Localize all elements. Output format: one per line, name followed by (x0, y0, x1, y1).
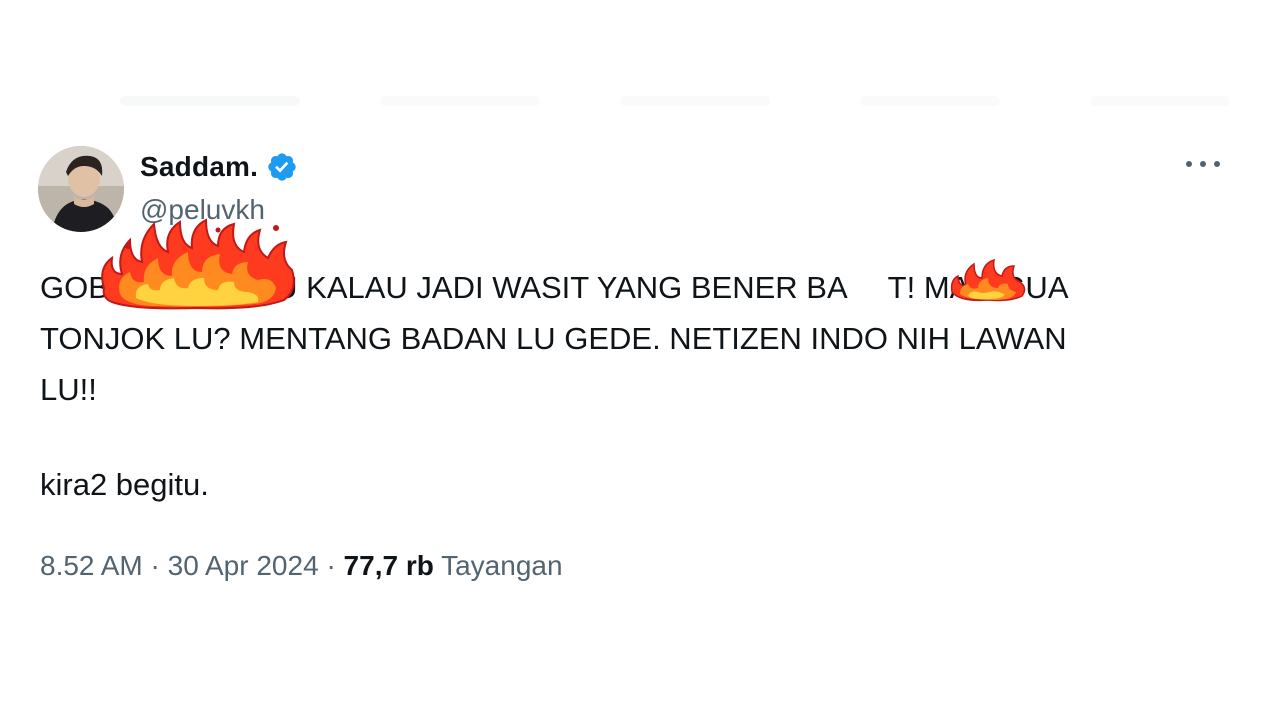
tweet-meta: 8.52 AM · 30 Apr 2024 · 77,7 rb Tayangan (40, 550, 563, 582)
tweet-time[interactable]: 8.52 AM (40, 550, 143, 581)
tweet-date[interactable]: 30 Apr 2024 (168, 550, 319, 581)
fire-censor-icon (101, 218, 295, 310)
top-strip (0, 0, 1280, 118)
display-name[interactable]: Saddam. (140, 151, 258, 183)
verified-badge-icon[interactable] (266, 151, 298, 183)
meta-separator: · (326, 550, 336, 581)
faded-tab-strip (1090, 96, 1230, 106)
tweet-text-line: TONJOK LU? MENTANG BADAN LU GEDE. NETIZE… (40, 321, 1067, 356)
dot (1186, 161, 1192, 167)
dot (1214, 161, 1220, 167)
author-block: Saddam. @peluvkh (140, 150, 298, 226)
views-label: Tayangan (441, 550, 563, 581)
meta-separator: · (150, 550, 160, 581)
faded-tab-strip (620, 96, 770, 106)
tweet-text-segment: U LU KALAU JADI WASIT YANG BENER BA (226, 270, 848, 305)
tweet-text-second-paragraph: kira2 begitu. (40, 467, 209, 502)
views-count: 77,7 rb (343, 550, 434, 581)
tweet-text-line: LU!! (40, 372, 97, 407)
more-options-icon[interactable] (1186, 154, 1220, 174)
name-row: Saddam. (140, 150, 298, 184)
dot (1200, 161, 1206, 167)
faded-tab-strip (120, 96, 300, 106)
faded-tab-strip (380, 96, 540, 106)
faded-tab-strip (860, 96, 1000, 106)
fire-censor-icon (950, 258, 1026, 302)
